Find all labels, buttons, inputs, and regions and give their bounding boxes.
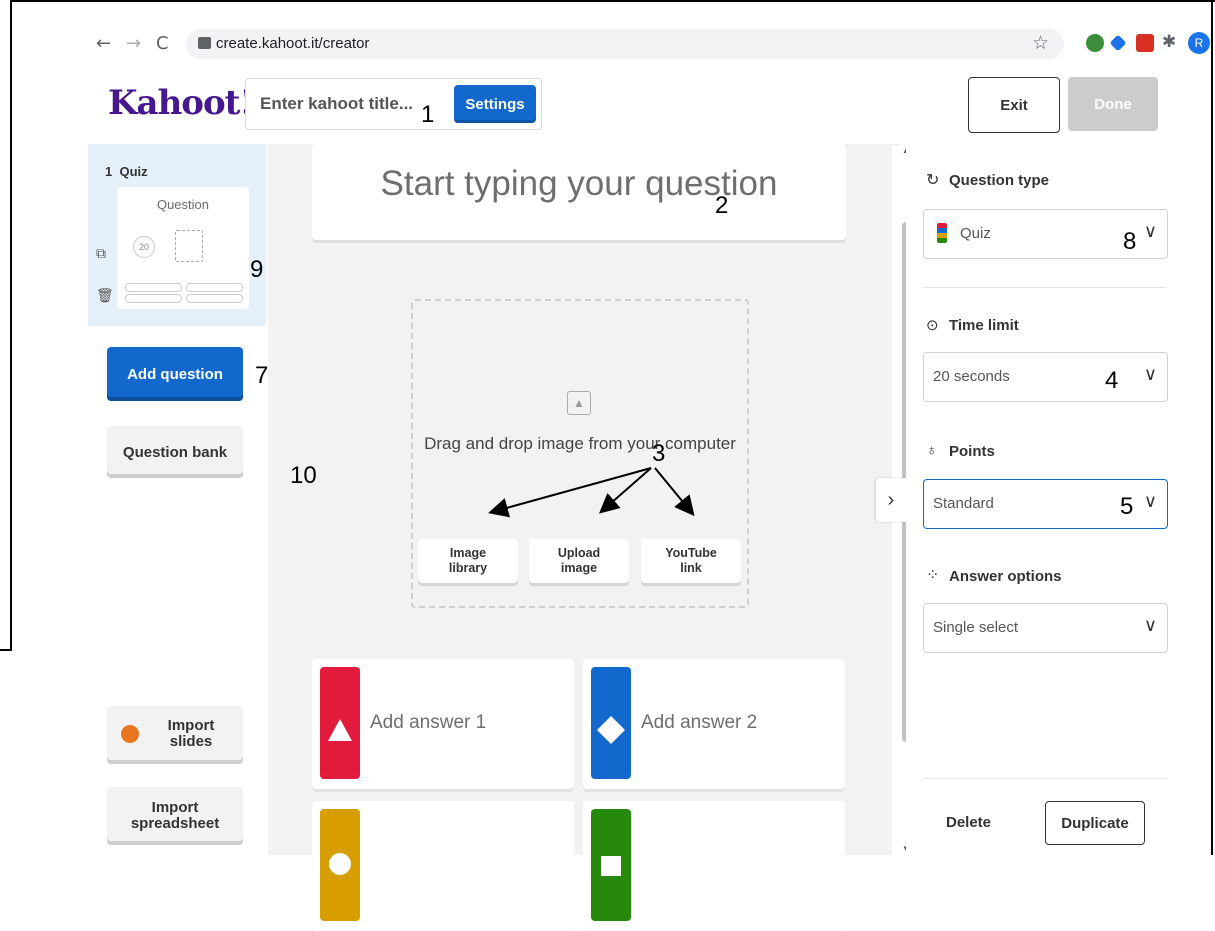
annotation-label: 10 (290, 462, 317, 489)
annotation-label: 3 (652, 440, 666, 467)
annotation-label: 1 (421, 101, 435, 128)
annotation-label: 7 (255, 362, 269, 389)
arrow-youtube-link (654, 467, 695, 517)
annotation-label: 9 (250, 256, 264, 283)
annotation-arrows (488, 467, 695, 518)
annotation-label: 2 (715, 192, 729, 219)
annotation-label: 4 (1105, 367, 1119, 394)
annotation-label: 8 (1123, 228, 1137, 255)
annotation-label: 5 (1120, 493, 1134, 520)
